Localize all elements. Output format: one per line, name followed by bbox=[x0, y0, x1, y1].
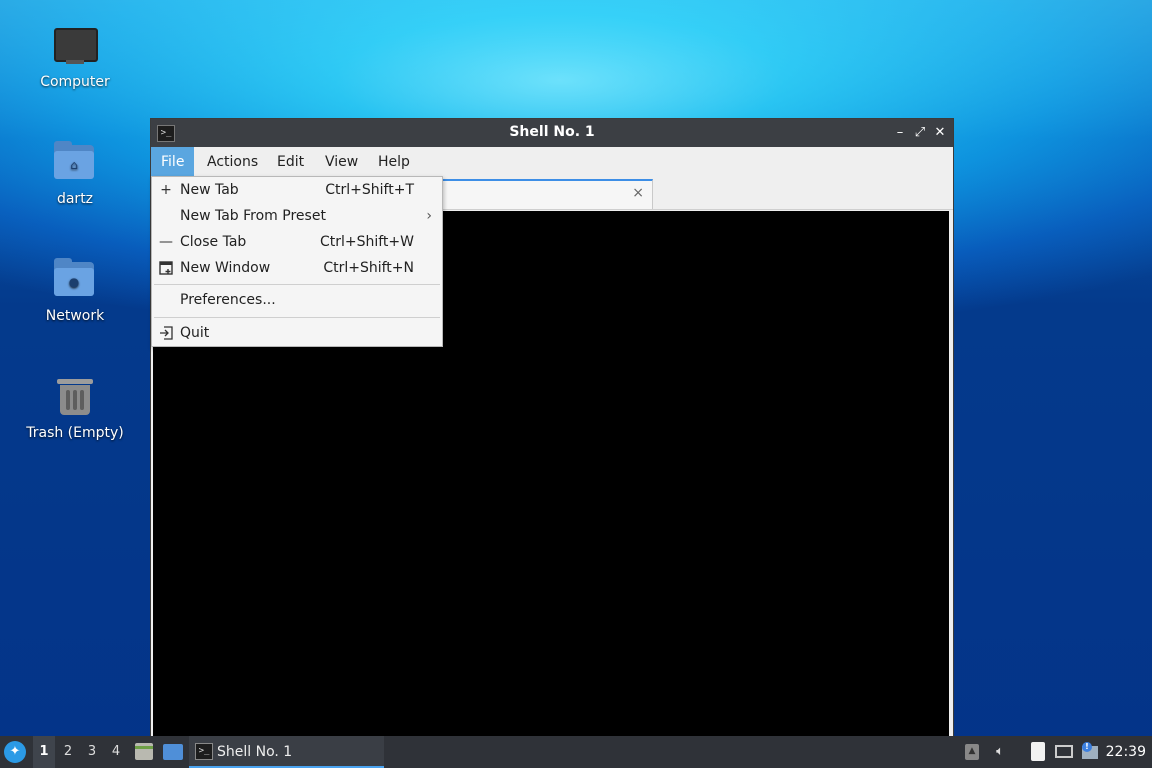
trash-icon bbox=[51, 373, 99, 421]
menu-item-label: Preferences... bbox=[180, 292, 276, 308]
home-folder-icon: ⌂ bbox=[51, 139, 99, 187]
window-title: Shell No. 1 bbox=[509, 124, 595, 140]
terminal-icon: >_ bbox=[195, 743, 213, 760]
desktop-icon-computer[interactable]: Computer bbox=[20, 22, 130, 90]
desktop-icon-trash[interactable]: Trash (Empty) bbox=[20, 373, 130, 441]
menu-item-label: Quit bbox=[180, 325, 210, 341]
menu-separator bbox=[154, 317, 440, 318]
desktop-icon-network[interactable]: ● Network bbox=[20, 256, 130, 324]
menu-item-shortcut: Ctrl+Shift+N bbox=[323, 260, 414, 276]
menu-help[interactable]: Help bbox=[368, 147, 420, 177]
clipboard-icon[interactable] bbox=[1028, 742, 1048, 762]
workspace-2[interactable]: 2 bbox=[57, 736, 79, 768]
quit-icon bbox=[158, 320, 174, 346]
taskbar: ✦ 1 2 3 4 >_ Shell No. 1 ▲ 🔈︎ ! 22:39 bbox=[0, 736, 1152, 768]
workspace-1[interactable]: 1 bbox=[33, 736, 55, 768]
menu-item-label: Close Tab bbox=[180, 234, 247, 250]
clock[interactable]: 22:39 bbox=[1106, 736, 1146, 768]
menu-separator bbox=[154, 284, 440, 285]
plus-icon: + bbox=[160, 182, 172, 198]
show-desktop-icon[interactable] bbox=[163, 744, 183, 760]
desktop-icon-home[interactable]: ⌂ dartz bbox=[20, 139, 130, 207]
menu-item-shortcut: Ctrl+Shift+T bbox=[325, 182, 414, 198]
new-window-icon bbox=[158, 255, 174, 281]
menu-item-new-tab-from-preset[interactable]: New Tab From Preset › bbox=[152, 203, 442, 229]
tray-arrow-icon[interactable]: ▲ bbox=[962, 742, 982, 762]
network-tray-icon[interactable] bbox=[1054, 742, 1074, 762]
desktop-icon-label: Network bbox=[45, 308, 105, 324]
menu-edit[interactable]: Edit bbox=[267, 147, 314, 177]
menu-item-shortcut: Ctrl+Shift+W bbox=[319, 234, 414, 250]
computer-icon bbox=[51, 22, 99, 70]
menu-actions[interactable]: Actions bbox=[197, 147, 268, 177]
chevron-right-icon: › bbox=[426, 208, 432, 224]
menu-view[interactable]: View bbox=[315, 147, 368, 177]
maximize-button[interactable]: ⤢ bbox=[911, 124, 929, 142]
volume-icon[interactable]: 🔈︎ bbox=[990, 742, 1010, 762]
task-label: Shell No. 1 bbox=[217, 744, 293, 760]
file-menu-dropdown: + New Tab Ctrl+Shift+T New Tab From Pres… bbox=[151, 176, 443, 347]
tab-close-icon[interactable]: × bbox=[632, 185, 644, 201]
menu-item-close-tab[interactable]: — Close Tab Ctrl+Shift+W bbox=[152, 229, 442, 255]
minus-icon: — bbox=[159, 234, 173, 250]
menu-item-label: New Tab From Preset bbox=[180, 208, 326, 224]
workspace-4[interactable]: 4 bbox=[105, 736, 127, 768]
menu-item-preferences[interactable]: Preferences... bbox=[152, 287, 442, 313]
workspace-3[interactable]: 3 bbox=[81, 736, 103, 768]
menu-item-new-tab[interactable]: + New Tab Ctrl+Shift+T bbox=[152, 177, 442, 203]
network-folder-icon: ● bbox=[51, 256, 99, 304]
desktop-icon-label: Trash (Empty) bbox=[26, 425, 124, 441]
desktop-icon-label: Computer bbox=[40, 74, 110, 90]
close-button[interactable]: ✕ bbox=[931, 124, 949, 142]
file-manager-icon[interactable] bbox=[135, 743, 153, 760]
menu-item-new-window[interactable]: New Window Ctrl+Shift+N bbox=[152, 255, 442, 281]
menu-file[interactable]: File bbox=[151, 147, 195, 177]
notification-icon[interactable]: ! bbox=[1080, 742, 1100, 762]
menu-item-label: New Tab bbox=[180, 182, 239, 198]
taskbar-task-shell[interactable]: >_ Shell No. 1 bbox=[189, 736, 384, 768]
start-menu-icon[interactable]: ✦ bbox=[4, 741, 26, 763]
window-titlebar[interactable]: >_ Shell No. 1 – ⤢ ✕ bbox=[151, 119, 953, 147]
menu-item-label: New Window bbox=[180, 260, 271, 276]
menu-item-quit[interactable]: Quit bbox=[152, 320, 442, 346]
minimize-button[interactable]: – bbox=[891, 124, 909, 142]
desktop-icon-label: dartz bbox=[56, 191, 94, 207]
menubar: File Actions Edit View Help bbox=[151, 147, 953, 177]
